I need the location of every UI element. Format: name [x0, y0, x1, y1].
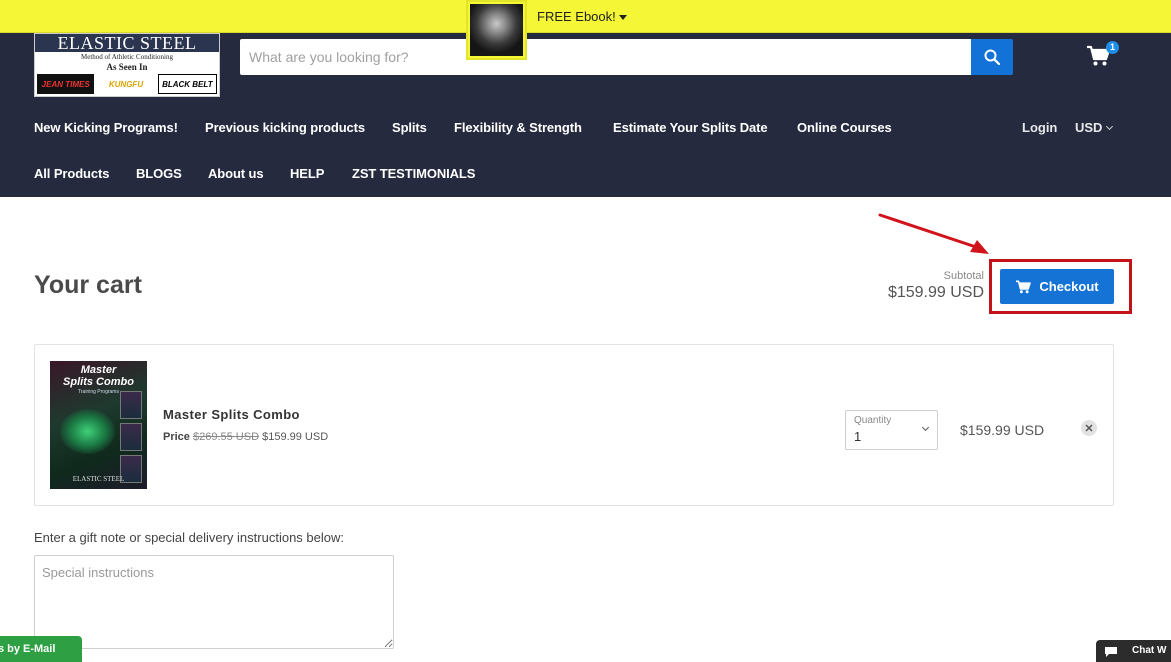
nav-about-us[interactable]: About us — [208, 166, 264, 181]
product-title[interactable]: Master Splits Combo — [163, 407, 300, 422]
nav-help[interactable]: HELP — [290, 166, 324, 181]
currency-label: USD — [1075, 120, 1103, 135]
login-link[interactable]: Login — [1022, 120, 1057, 135]
line-total: $159.99 USD — [960, 422, 1045, 438]
original-price: $269.55 USD — [192, 431, 260, 443]
nav-online-courses[interactable]: Online Courses — [797, 120, 892, 135]
publication-logo: BLACK BELT — [157, 74, 217, 94]
cart-icon — [1016, 279, 1032, 293]
currency-selector[interactable]: USD — [1075, 120, 1114, 135]
nav-previous-kicking-products[interactable]: Previous kicking products — [205, 120, 365, 135]
logo-tagline: Method of Athletic Conditioning — [81, 53, 173, 61]
page-title: Your cart — [34, 271, 142, 299]
image-title-line1: Master — [80, 364, 117, 376]
nav-zst-testimonials[interactable]: ZST TESTIMONIALS — [352, 166, 475, 181]
nav-blogs[interactable]: BLOGS — [136, 166, 182, 181]
chat-widget-label: Chat W — [1132, 645, 1167, 656]
special-instructions-field[interactable] — [34, 555, 394, 649]
note-label: Enter a gift note or special delivery in… — [34, 530, 344, 545]
promo-thumbnail[interactable] — [466, 0, 527, 60]
image-logo: ELASTIC STEEL — [72, 475, 125, 483]
checkout-button[interactable]: Checkout — [1000, 269, 1114, 304]
product-image[interactable]: Master Splits Combo Training Programs EL… — [50, 361, 147, 489]
quantity-label: Quantity — [854, 415, 892, 426]
logo-seen-in: As Seen In — [106, 62, 148, 72]
chevron-down-icon — [1106, 122, 1114, 131]
nav-all-products[interactable]: All Products — [34, 166, 109, 181]
price-line: Price $269.55 USD $159.99 USD — [163, 431, 328, 443]
publication-logo: KUNGFU — [97, 74, 155, 94]
search-button[interactable] — [971, 39, 1013, 75]
logo-brand: ELASTIC STEEL — [57, 33, 197, 53]
nav-flexibility-strength[interactable]: Flexibility & Strength — [454, 120, 582, 135]
chevron-down-icon — [921, 423, 930, 432]
chat-widget-button[interactable]: Chat W — [1096, 640, 1171, 662]
price-label: Price — [163, 431, 190, 443]
subtotal-value: $159.99 USD — [887, 284, 984, 301]
email-widget-label: Us by E-Mail — [0, 643, 56, 655]
subtotal-label: Subtotal — [943, 270, 984, 282]
annotation-arrow-icon — [878, 213, 989, 254]
search-icon — [984, 49, 1000, 65]
nav-new-kicking-programs[interactable]: New Kicking Programs! — [34, 120, 178, 135]
cart-button[interactable]: 1 — [1086, 41, 1119, 71]
site-logo[interactable]: ELASTIC STEEL Method of Athletic Conditi… — [34, 33, 220, 97]
chat-icon — [1105, 647, 1117, 657]
nav-estimate-splits-date[interactable]: Estimate Your Splits Date — [613, 120, 768, 135]
cart-item: Master Splits Combo Training Programs EL… — [34, 344, 1114, 506]
promo-text[interactable]: FREE Ebook! — [537, 9, 616, 24]
search-input[interactable] — [240, 39, 971, 75]
caret-down-icon[interactable] — [619, 15, 627, 20]
email-widget-button[interactable]: Us by E-Mail — [0, 636, 82, 662]
publication-logo: JEAN TIMES — [37, 74, 95, 94]
promo-bar[interactable]: FREE Ebook! — [0, 0, 1171, 33]
cart-count-badge: 1 — [1106, 41, 1119, 54]
sale-price: $159.99 USD — [262, 431, 329, 443]
image-title-line2: Splits Combo — [63, 376, 134, 388]
site-header: ELASTIC STEEL Method of Athletic Conditi… — [0, 33, 1171, 197]
nav-splits[interactable]: Splits — [392, 120, 427, 135]
remove-item-button[interactable] — [1081, 420, 1097, 436]
close-icon — [1085, 424, 1093, 432]
quantity-select[interactable]: Quantity 1 — [845, 410, 938, 450]
quantity-value: 1 — [854, 429, 862, 444]
checkout-label: Checkout — [1039, 279, 1099, 294]
